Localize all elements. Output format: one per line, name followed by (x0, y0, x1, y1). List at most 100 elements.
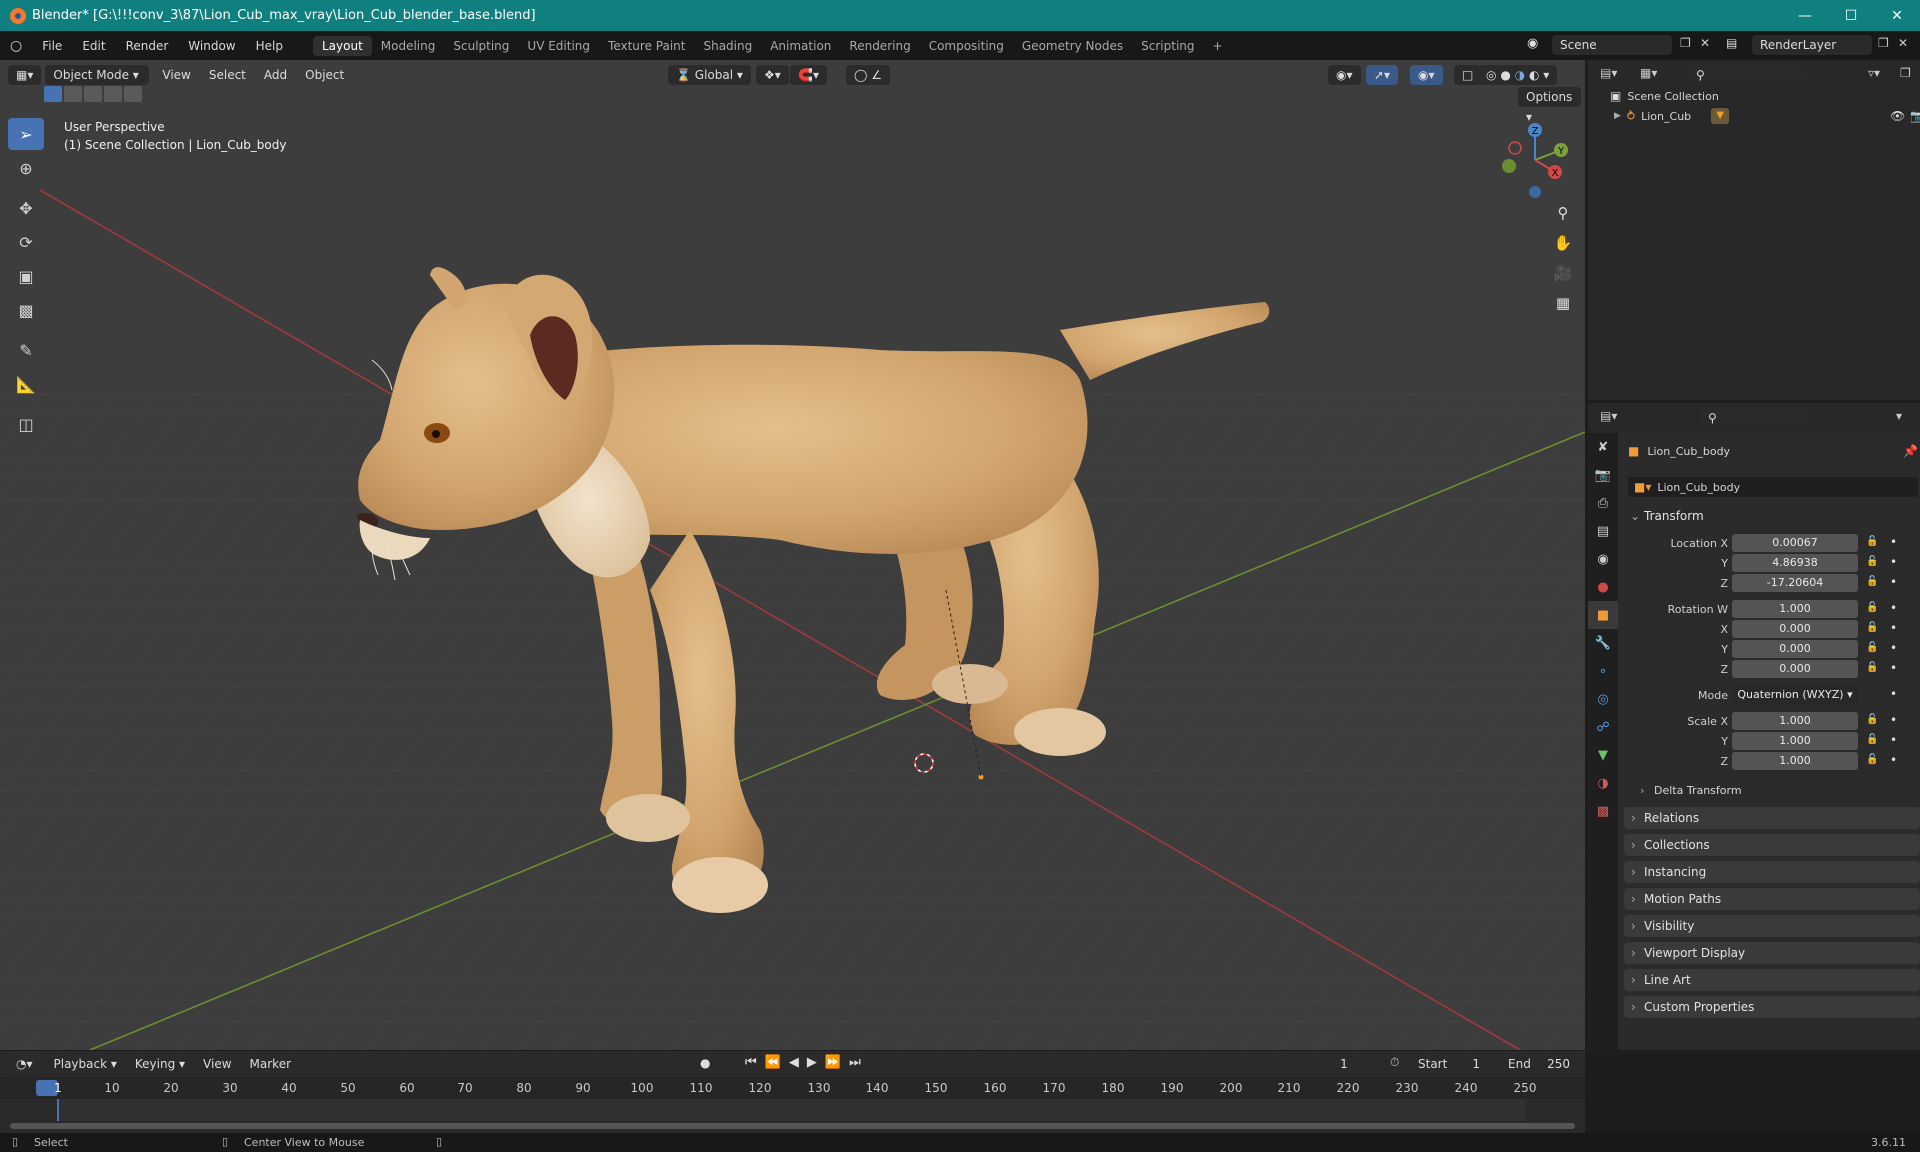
close-button[interactable]: ✕ (1874, 0, 1920, 31)
keyframe-dot-icon[interactable]: • (1890, 713, 1897, 727)
snap-toggle-icon[interactable]: 🧲▾ (790, 65, 827, 85)
particles-tab-icon[interactable]: ∘ (1588, 657, 1618, 685)
scale-tool-icon[interactable]: ▣ (8, 260, 44, 292)
object-data-icon[interactable]: ▼ (1711, 108, 1730, 124)
proportional-edit-icon[interactable]: ◯ ∠ (846, 65, 891, 85)
jump-end-icon[interactable]: ⏭ (849, 1055, 861, 1070)
object-name-field[interactable]: ■▾ Lion_Cub_body (1628, 477, 1918, 497)
workspace-tab-uv-editing[interactable]: UV Editing (518, 36, 599, 56)
delete-scene-icon[interactable]: ✕ (1700, 36, 1710, 50)
options-button[interactable]: Options ▾ (1518, 87, 1581, 124)
outliner-search-input[interactable]: ⚲ (1688, 65, 1806, 85)
menu-file[interactable]: File (32, 39, 72, 53)
scene-tab-icon[interactable]: ◉ (1588, 545, 1618, 573)
rotation-y-field[interactable]: 0.000 (1732, 640, 1858, 658)
outliner-filter-icon[interactable]: ▿▾ (1868, 66, 1880, 80)
viewport-menu-select[interactable]: Select (200, 68, 255, 82)
menu-help[interactable]: Help (246, 39, 293, 53)
delete-view-layer-icon[interactable]: ✕ (1898, 36, 1908, 50)
data-tab-icon[interactable]: ▼ (1588, 741, 1618, 769)
frame-range-area[interactable] (58, 1099, 1525, 1121)
new-scene-icon[interactable]: ❐ (1680, 36, 1691, 50)
workspace-tab-geometry-nodes[interactable]: Geometry Nodes (1013, 36, 1132, 56)
editor-type-icon[interactable]: ▦▾ (8, 65, 42, 85)
select-new-icon[interactable] (44, 86, 62, 102)
location-y-field[interactable]: 4.86938 (1732, 554, 1858, 572)
lock-icon[interactable]: 🔓 (1866, 602, 1878, 613)
keyframe-dot-icon[interactable]: • (1890, 661, 1897, 675)
physics-tab-icon[interactable]: ◎ (1588, 685, 1618, 713)
blender-menu-icon[interactable]: ○ (0, 38, 32, 54)
lock-icon[interactable]: 🔓 (1866, 714, 1878, 725)
object-tab-icon[interactable]: ■ (1588, 601, 1618, 629)
world-tab-icon[interactable]: ● (1588, 573, 1618, 601)
keyframe-dot-icon[interactable]: • (1890, 753, 1897, 767)
instancing-section[interactable]: Instancing (1624, 861, 1920, 883)
timeline-menu-marker[interactable]: Marker (241, 1057, 300, 1071)
perspective-toggle-icon[interactable]: ▦ (1550, 290, 1576, 316)
expand-arrow-icon[interactable]: ▶ (1614, 111, 1621, 121)
location-x-field[interactable]: 0.00067 (1732, 534, 1858, 552)
line-art-section[interactable]: Line Art (1624, 969, 1920, 991)
rotate-tool-icon[interactable]: ⟳ (8, 226, 44, 258)
shading-mode-group[interactable]: ◎ ● ◑ ◐ ▾ (1478, 65, 1558, 85)
navigation-gizmo[interactable]: Z Y X (1495, 120, 1575, 200)
visibility-eye-icon[interactable]: 👁 (1890, 109, 1905, 123)
annotate-tool-icon[interactable]: ✎ (8, 334, 44, 366)
material-shading-icon[interactable]: ◑ (1515, 68, 1525, 82)
location-z-field[interactable]: -17.20604 (1732, 574, 1858, 592)
keyframe-dot-icon[interactable]: • (1890, 621, 1897, 635)
outliner-row-lion-cub[interactable]: ▶ ⥁ Lion_Cub ▼ 👁 📷 (1614, 106, 1920, 126)
render-tab-icon[interactable]: 📷 (1588, 461, 1618, 489)
outliner-row-scene-collection[interactable]: ▣ Scene Collection (1610, 86, 1719, 106)
keyframe-dot-icon[interactable]: • (1890, 641, 1897, 655)
modifier-tab-icon[interactable]: 🔧 (1588, 629, 1618, 657)
end-frame-field[interactable]: End 250 (1500, 1054, 1578, 1074)
play-icon[interactable]: ▶ (807, 1055, 817, 1070)
measure-tool-icon[interactable]: 📐 (8, 368, 44, 400)
gizmo-neg-z-icon[interactable] (1529, 186, 1541, 198)
scale-z-field[interactable]: 1.000 (1732, 752, 1858, 770)
lock-icon[interactable]: 🔓 (1866, 734, 1878, 745)
lock-icon[interactable]: 🔓 (1866, 622, 1878, 633)
keyframe-dot-icon[interactable]: • (1890, 601, 1897, 615)
view-layer-selector[interactable]: RenderLayer (1752, 35, 1872, 55)
workspace-tab-sculpting[interactable]: Sculpting (444, 36, 518, 56)
gizmo-neg-x-icon[interactable] (1508, 141, 1522, 155)
timeline-menu-view[interactable]: View (194, 1057, 240, 1071)
visibility-toggle-icon[interactable]: ◉▾ (1328, 65, 1361, 85)
scale-x-field[interactable]: 1.000 (1732, 712, 1858, 730)
workspace-tab-compositing[interactable]: Compositing (920, 36, 1013, 56)
custom-properties-section[interactable]: Custom Properties (1624, 996, 1920, 1018)
zoom-icon[interactable]: ⚲ (1550, 200, 1576, 226)
lock-icon[interactable]: 🔓 (1866, 536, 1878, 547)
menu-render[interactable]: Render (116, 39, 179, 53)
collections-section[interactable]: Collections (1624, 834, 1920, 856)
prev-keyframe-icon[interactable]: ⏪ (765, 1055, 781, 1070)
scale-y-field[interactable]: 1.000 (1732, 732, 1858, 750)
timeline-scrollbar[interactable] (10, 1123, 1575, 1129)
viewport-menu-object[interactable]: Object (296, 68, 353, 82)
workspace-tab-modeling[interactable]: Modeling (372, 36, 445, 56)
gizmo-toggle-icon[interactable]: ➚▾ (1366, 65, 1399, 85)
keyframe-dot-icon[interactable]: • (1890, 555, 1897, 569)
auto-keying-icon[interactable]: ● (700, 1056, 710, 1070)
workspace-tab-texture-paint[interactable]: Texture Paint (599, 36, 694, 56)
workspace-tab-shading[interactable]: Shading (694, 36, 761, 56)
object-browse-icon[interactable]: ■▾ (1634, 480, 1651, 494)
keyframe-dot-icon[interactable]: • (1890, 687, 1897, 701)
lock-icon[interactable]: 🔓 (1866, 662, 1878, 673)
jump-start-icon[interactable]: ⏮ (745, 1055, 757, 1070)
select-subtract-icon[interactable] (84, 86, 102, 102)
material-tab-icon[interactable]: ◑ (1588, 769, 1618, 797)
outliner-editor-type-icon[interactable]: ▤▾ (1600, 66, 1617, 80)
properties-options-icon[interactable]: ▾ (1896, 409, 1902, 423)
new-view-layer-icon[interactable]: ❐ (1878, 36, 1889, 50)
workspace-tab-animation[interactable]: Animation (761, 36, 840, 56)
preview-range-icon[interactable]: ⏱ (1390, 1055, 1399, 1070)
select-intersect-icon[interactable] (124, 86, 142, 102)
properties-editor-type-icon[interactable]: ▤▾ (1600, 409, 1617, 423)
current-frame-field[interactable]: 1 (1308, 1054, 1380, 1074)
rotation-mode-dropdown[interactable]: Quaternion (WXYZ) ▾ (1732, 686, 1858, 704)
maximize-button[interactable]: ☐ (1828, 0, 1874, 31)
